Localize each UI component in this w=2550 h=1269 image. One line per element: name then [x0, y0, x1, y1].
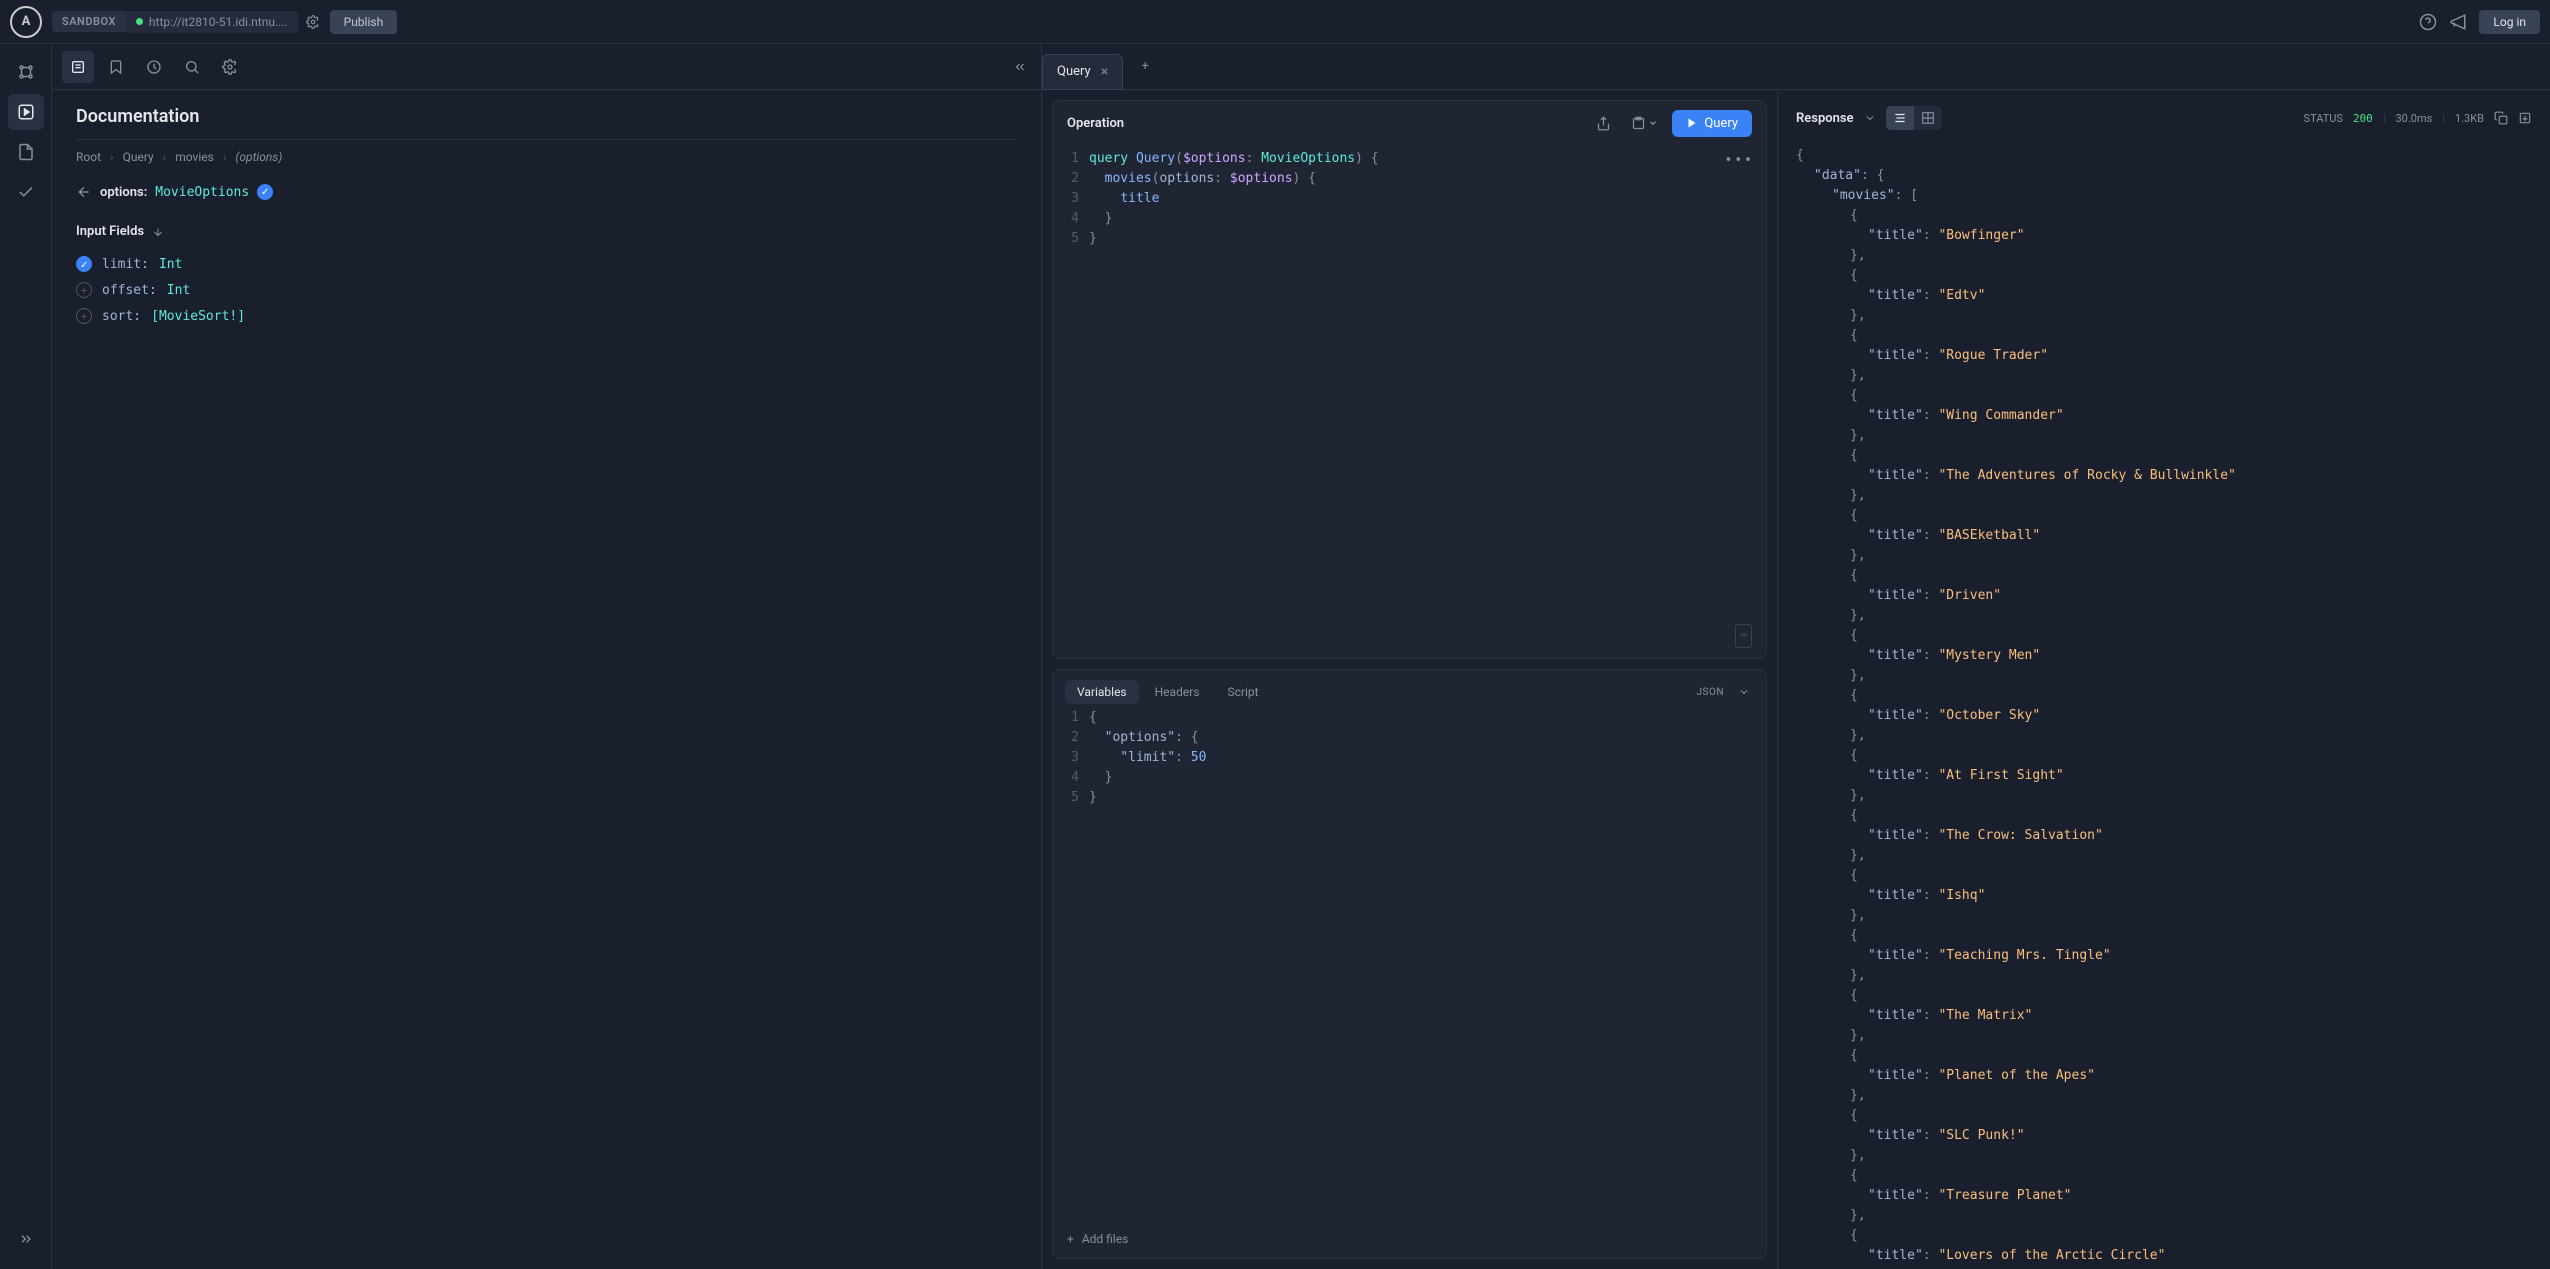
view-table-icon[interactable]: [1914, 106, 1942, 130]
field-name: sort:: [102, 309, 141, 324]
operation-panel: Operation Query: [1052, 100, 1767, 659]
check-badge-icon: ✓: [257, 184, 273, 200]
plus-icon[interactable]: +: [76, 282, 92, 298]
tab-script[interactable]: Script: [1215, 680, 1270, 704]
back-arrow-icon[interactable]: [76, 184, 92, 200]
field-row[interactable]: + sort: [MovieSort!]: [76, 303, 1017, 329]
tab-add-icon[interactable]: +: [1131, 53, 1159, 81]
status-code: 200: [2353, 112, 2373, 125]
add-files-button[interactable]: + Add files: [1053, 1220, 1766, 1258]
icon-sidebar: [0, 44, 52, 1269]
crumb-query[interactable]: Query: [123, 150, 154, 164]
status-dot-icon: [136, 18, 143, 25]
type-label: options:: [100, 185, 147, 200]
response-dropdown-icon[interactable]: [1864, 112, 1876, 124]
tab-variables[interactable]: Variables: [1065, 680, 1139, 704]
operation-editor[interactable]: ••• 12345 query Query($options: MovieOpt…: [1053, 145, 1766, 658]
download-icon[interactable]: [2518, 111, 2532, 125]
field-type[interactable]: [MovieSort!]: [151, 309, 245, 324]
announcement-icon[interactable]: [2449, 13, 2467, 31]
type-name[interactable]: MovieOptions: [155, 185, 249, 200]
operation-title: Operation: [1067, 116, 1124, 131]
run-query-button[interactable]: Query: [1672, 110, 1752, 137]
search-icon[interactable]: [176, 51, 208, 83]
json-badge: JSON: [1697, 687, 1724, 698]
sidebar-checks-icon[interactable]: [8, 174, 44, 210]
field-type[interactable]: Int: [167, 283, 190, 298]
url-bar[interactable]: http://it2810-51.idi.ntnu....: [126, 11, 298, 33]
share-icon[interactable]: [1590, 112, 1617, 135]
response-panel: Response STATUS 200: [1777, 90, 2550, 1269]
field-type[interactable]: Int: [159, 257, 182, 272]
crumb-movies[interactable]: movies: [175, 150, 214, 164]
collapse-doc-icon[interactable]: [1009, 56, 1031, 78]
collapse-vars-icon[interactable]: [1734, 682, 1754, 702]
more-icon[interactable]: •••: [1725, 151, 1754, 171]
field-row[interactable]: + offset: Int: [76, 277, 1017, 303]
sort-icon[interactable]: [152, 226, 164, 238]
section-title: Input Fields: [76, 224, 144, 239]
settings-icon[interactable]: [214, 51, 246, 83]
field-row[interactable]: ✓ limit: Int: [76, 251, 1017, 277]
help-icon[interactable]: [2419, 13, 2437, 31]
check-icon[interactable]: ✓: [76, 256, 92, 272]
sidebar-explorer-icon[interactable]: [8, 54, 44, 90]
tab-close-icon[interactable]: ×: [1101, 64, 1108, 80]
url-settings-icon[interactable]: [306, 15, 320, 29]
variables-panel: Variables Headers Script JSON 12345 { "o…: [1052, 669, 1767, 1259]
documentation-panel: Documentation Root › Query › movies › (o…: [52, 44, 1042, 1269]
field-name: offset:: [102, 283, 157, 298]
plus-icon: +: [1067, 1232, 1074, 1246]
view-json-icon[interactable]: [1886, 106, 1914, 130]
tab-label: Query: [1057, 64, 1091, 79]
bookmark-icon[interactable]: [100, 51, 132, 83]
app-logo[interactable]: A: [10, 6, 42, 38]
doc-title: Documentation: [76, 106, 1017, 140]
sandbox-badge: SANDBOX: [52, 11, 126, 32]
field-name: limit:: [102, 257, 149, 272]
save-collection-icon[interactable]: [1625, 112, 1664, 135]
sidebar-run-icon[interactable]: [8, 94, 44, 130]
copy-icon[interactable]: [2494, 111, 2508, 125]
view-toggle: [1886, 106, 1942, 130]
history-icon[interactable]: [138, 51, 170, 83]
crumb-current: (options): [235, 150, 282, 164]
tab-headers[interactable]: Headers: [1143, 680, 1212, 704]
doc-view-icon[interactable]: [62, 51, 94, 83]
doc-toolbar: [52, 44, 1041, 90]
status-label: STATUS: [2304, 112, 2343, 125]
url-text: http://it2810-51.idi.ntnu....: [149, 15, 288, 29]
breadcrumb: Root › Query › movies › (options): [76, 150, 1017, 164]
tabs-row: Query × +: [1042, 44, 2550, 90]
response-title: Response: [1796, 111, 1854, 126]
crumb-root[interactable]: Root: [76, 150, 101, 164]
editor-section: Query × + Operation: [1042, 44, 2550, 1269]
sidebar-expand-icon[interactable]: [8, 1221, 44, 1257]
variables-editor[interactable]: 12345 { "options": { "limit": 50 } }: [1053, 704, 1766, 1220]
keyboard-icon[interactable]: ⌨: [1735, 624, 1752, 648]
plus-icon[interactable]: +: [76, 308, 92, 324]
response-body[interactable]: {"data": {"movies": [{"title": "Bowfinge…: [1778, 146, 2550, 1269]
sidebar-schema-icon[interactable]: [8, 134, 44, 170]
publish-button[interactable]: Publish: [330, 10, 398, 34]
tab-query[interactable]: Query ×: [1042, 54, 1123, 90]
login-button[interactable]: Log in: [2479, 10, 2540, 34]
top-header: A SANDBOX http://it2810-51.idi.ntnu.... …: [0, 0, 2550, 44]
response-time: 30.0ms: [2396, 112, 2433, 125]
response-size: 1.3KB: [2455, 112, 2484, 125]
